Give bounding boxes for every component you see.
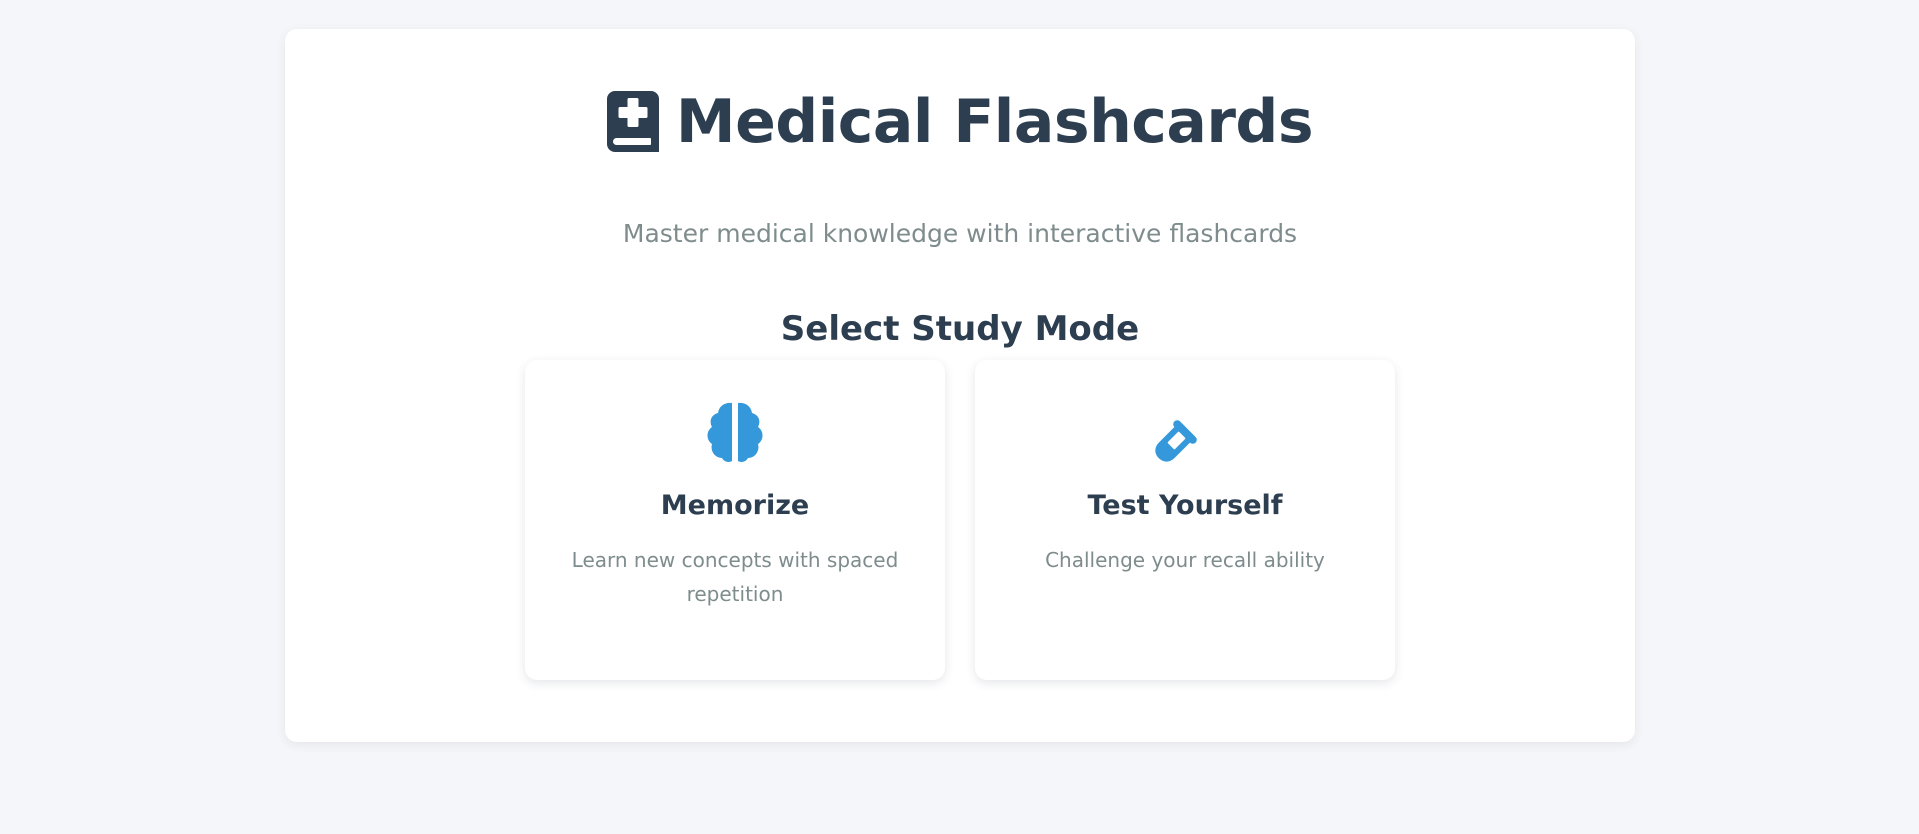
memorize-mode-card[interactable]: Memorize Learn new concepts with spaced … (525, 360, 945, 680)
main-container: Medical Flashcards Master medical knowle… (285, 29, 1635, 742)
book-medical-icon (606, 91, 659, 152)
test-tube-icon (1155, 420, 1197, 462)
test-yourself-mode-card[interactable]: Test Yourself Challenge your recall abil… (975, 360, 1395, 680)
memorize-description: Learn new concepts with spaced repetitio… (571, 548, 899, 606)
test-yourself-description: Challenge your recall ability (1045, 548, 1325, 572)
title-row: Medical Flashcards (285, 91, 1635, 152)
brain-icon (707, 402, 763, 462)
memorize-title: Memorize (660, 490, 810, 521)
section-title: Select Study Mode (780, 309, 1140, 349)
page-title: Medical Flashcards (675, 86, 1314, 157)
test-yourself-title: Test Yourself (1087, 490, 1283, 521)
page-subtitle: Master medical knowledge with interactiv… (622, 219, 1298, 248)
